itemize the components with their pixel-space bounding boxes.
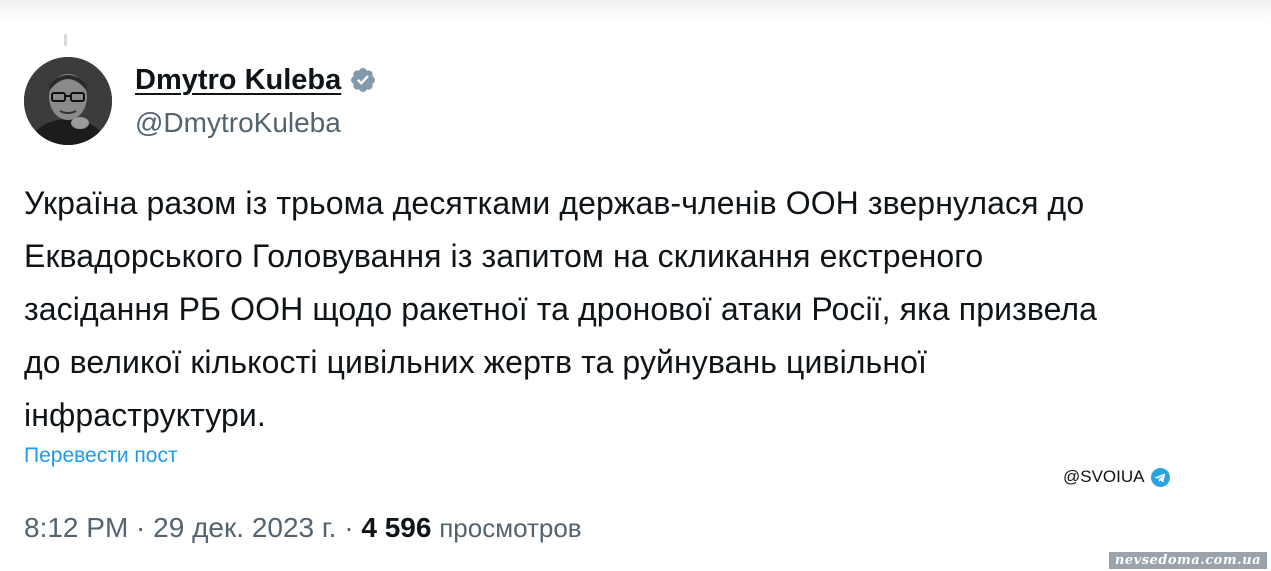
telegram-icon bbox=[1150, 467, 1170, 487]
author-handle[interactable]: @DmytroKuleba bbox=[135, 107, 341, 139]
views-label: просмотров bbox=[439, 513, 582, 543]
avatar[interactable] bbox=[24, 57, 112, 145]
meta-separator: · bbox=[336, 512, 362, 543]
translate-post-link[interactable]: Перевести пост bbox=[24, 444, 178, 468]
views-gap bbox=[431, 512, 439, 544]
avatar-photo bbox=[24, 57, 112, 145]
post-date[interactable]: 29 дек. 2023 г. bbox=[153, 512, 336, 544]
verified-badge-icon[interactable] bbox=[349, 66, 377, 94]
channel-tag-label: @SVOIUA bbox=[1063, 467, 1145, 486]
thread-connector-line bbox=[64, 34, 67, 46]
meta-separator: · bbox=[128, 512, 154, 543]
views-count: 4 596 bbox=[361, 512, 432, 543]
author-name-row: Dmytro Kuleba bbox=[135, 60, 377, 100]
previous-post-edge bbox=[0, 0, 1271, 20]
author-display-name[interactable]: Dmytro Kuleba bbox=[135, 64, 341, 97]
post-metadata: 8:12 PM · 29 дек. 2023 г. · 4 596 просмо… bbox=[24, 512, 582, 544]
site-watermark: nevsedoma.com.ua bbox=[1108, 552, 1267, 569]
post-text: Україна разом із трьома десятками держав… bbox=[24, 185, 1098, 433]
post-time[interactable]: 8:12 PM bbox=[24, 512, 128, 544]
channel-tag: @SVOIUA bbox=[1063, 467, 1170, 487]
